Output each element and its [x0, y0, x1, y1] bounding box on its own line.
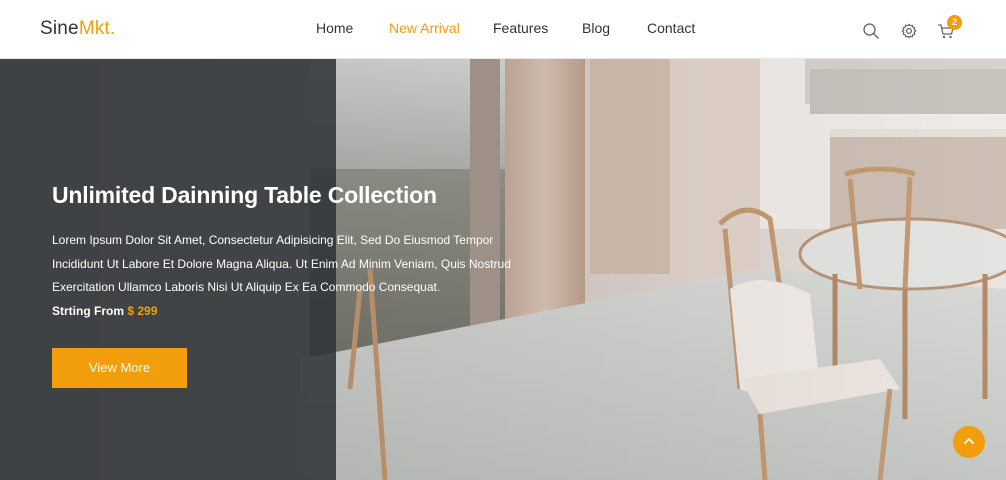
search-button[interactable] [862, 22, 880, 40]
search-icon [863, 23, 879, 39]
price-value: $ 299 [127, 304, 158, 318]
nav-blog[interactable]: Blog [582, 20, 610, 36]
nav-contact[interactable]: Contact [647, 20, 695, 36]
hero-description: Lorem Ipsum Dolor Sit Amet, Consectetur … [52, 233, 511, 294]
nav-new-arrival[interactable]: New Arrival [389, 20, 460, 36]
price-label: Strting From [52, 304, 124, 318]
main-nav: Home New Arrival Features Blog Contact [0, 20, 1006, 40]
nav-home[interactable]: Home [316, 20, 353, 36]
hero-banner: Unlimited Dainning Table Collection Lore… [0, 59, 1006, 480]
settings-button[interactable] [900, 22, 918, 40]
cart-count-badge: 2 [947, 15, 962, 30]
gear-icon [901, 23, 917, 39]
scroll-to-top-button[interactable] [953, 426, 985, 458]
nav-features[interactable]: Features [493, 20, 548, 36]
view-more-button[interactable]: View More [52, 348, 187, 388]
price-line: Strting From $ 299 [52, 304, 157, 318]
chevron-up-icon [964, 438, 974, 444]
hero-title: Unlimited Dainning Table Collection [52, 182, 437, 208]
site-header: SineMkt. Home New Arrival Features Blog … [0, 0, 1006, 59]
